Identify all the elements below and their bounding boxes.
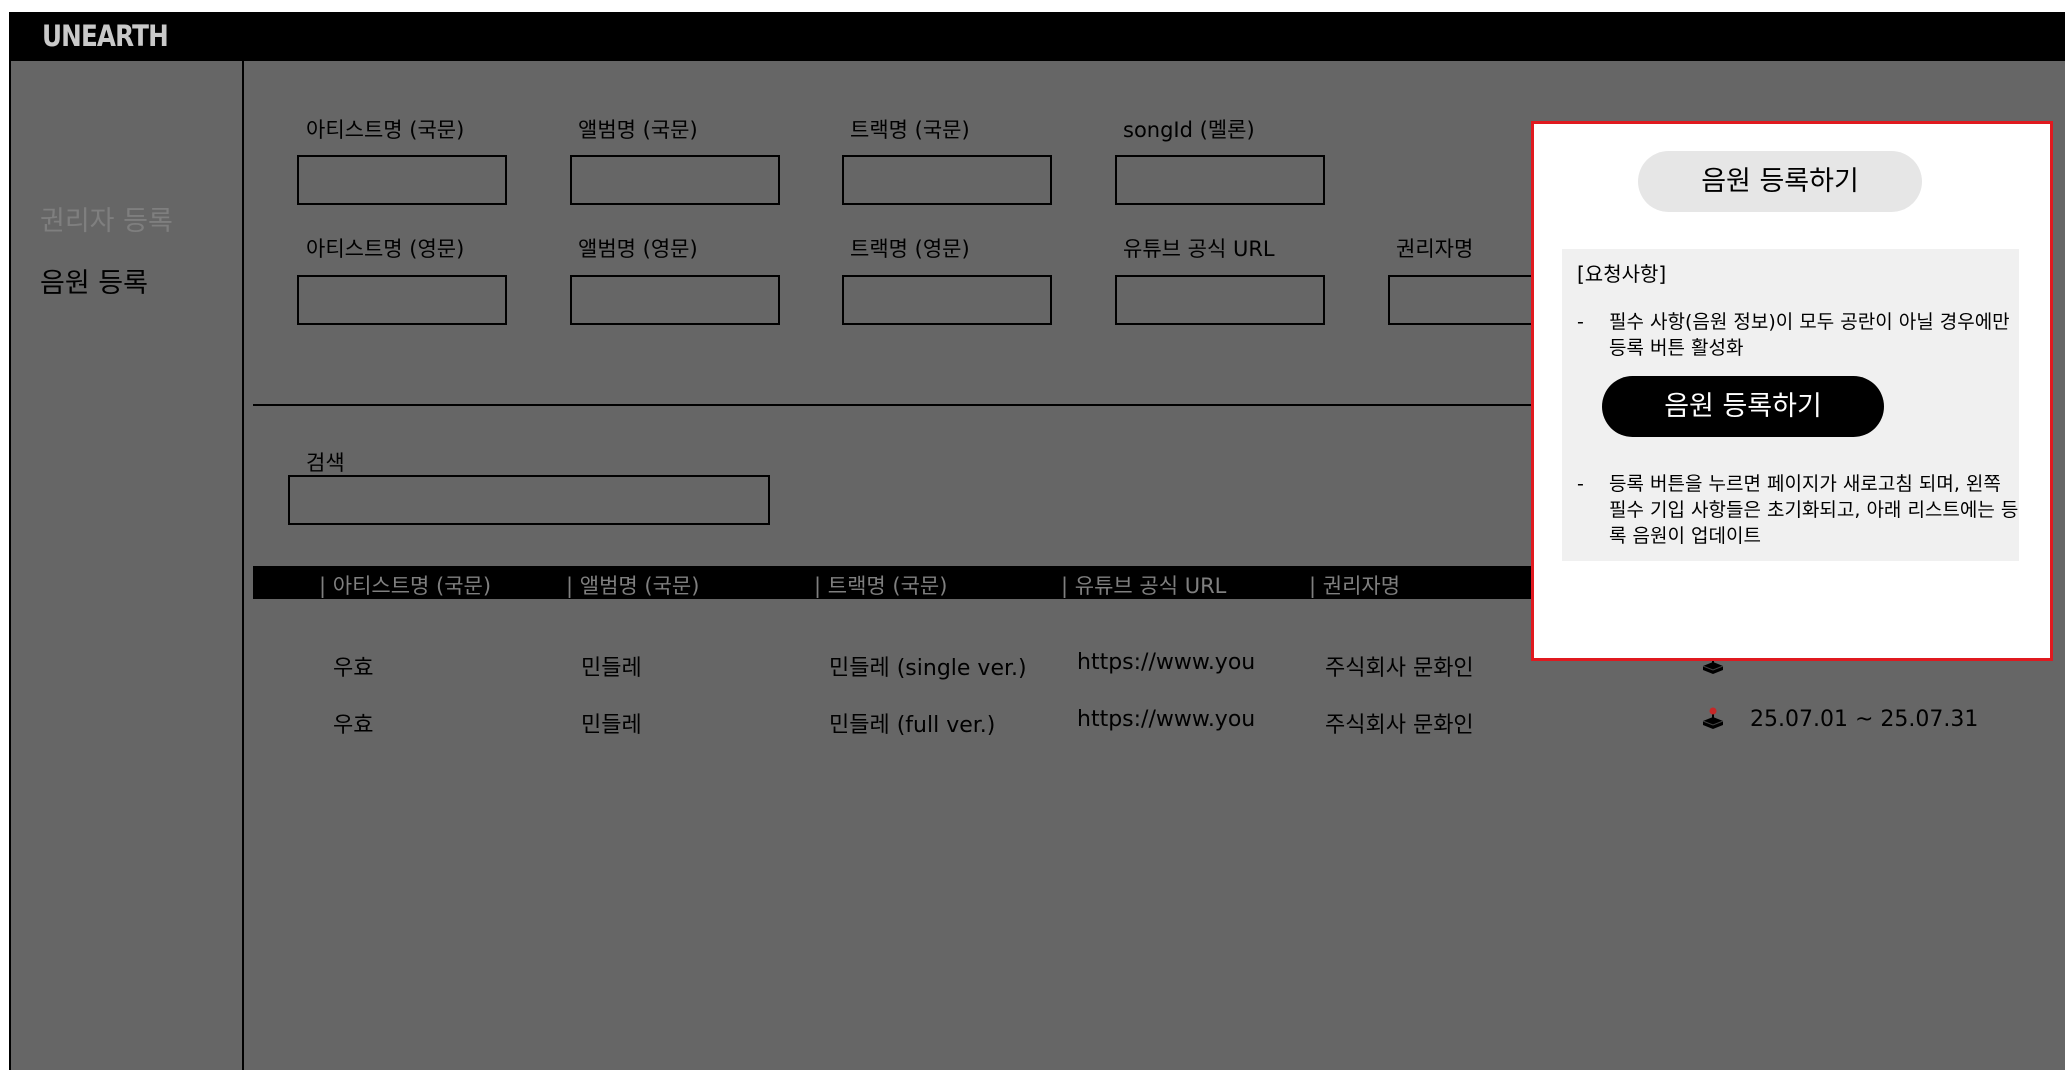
cell-url[interactable]: https://www.you <box>1077 650 1255 675</box>
requirements-title: [요청사항] <box>1577 262 1667 286</box>
artist-en-label: 아티스트명 (영문) <box>306 237 465 261</box>
cell-url[interactable]: https://www.you <box>1077 707 1255 732</box>
cell-album: 민들레 <box>581 656 642 681</box>
request-note-panel: 음원 등록하기 [요청사항] - 필수 사항(음원 정보)이 모두 공란이 아닐… <box>1531 121 2053 661</box>
requirement-text: 등록 버튼을 누르면 페이지가 새로고침 되며, 왼쪽 필수 기입 사항들은 초… <box>1609 473 2019 547</box>
cell-track: 민들레 (single ver.) <box>829 656 1027 681</box>
register-music-button[interactable]: 음원 등록하기 <box>1638 151 1922 212</box>
cell-track: 민들레 (full ver.) <box>829 713 996 738</box>
top-bar: UNEARTH <box>11 12 2065 61</box>
track-kr-label: 트랙명 (국문) <box>850 118 970 142</box>
album-kr-input[interactable] <box>570 155 780 205</box>
cell-owner: 주식회사 문화인 <box>1325 713 1474 738</box>
th-artist-kr: | 아티스트명 (국문) <box>319 574 492 598</box>
album-en-input[interactable] <box>570 275 780 325</box>
artist-kr-input[interactable] <box>297 155 507 205</box>
songid-label: songId (멜론) <box>1123 118 1255 142</box>
youtube-url-label: 유튜브 공식 URL <box>1123 237 1275 261</box>
cell-artist: 우효 <box>333 656 374 681</box>
app-logo: UNEARTH <box>42 19 169 53</box>
bullet-dash: - <box>1577 311 1584 333</box>
rights-holder-label: 권리자명 <box>1396 237 1474 261</box>
sidebar-item-music-registration[interactable]: 음원 등록 <box>40 261 148 300</box>
sidebar: 권리자 등록 음원 등록 <box>11 61 244 1070</box>
youtube-url-input[interactable] <box>1115 275 1325 325</box>
album-en-label: 앨범명 (영문) <box>578 237 698 261</box>
th-youtube-url: | 유튜브 공식 URL <box>1061 574 1227 598</box>
songid-input[interactable] <box>1115 155 1325 205</box>
th-track-kr: | 트랙명 (국문) <box>814 574 948 598</box>
album-kr-label: 앨범명 (국문) <box>578 118 698 142</box>
cell-period: 25.07.01 ~ 25.07.31 <box>1750 707 1979 732</box>
table-header: | 아티스트명 (국문) | 앨범명 (국문) | 트랙명 (국문) | 유튜브… <box>253 566 1553 599</box>
th-rights-holder: | 권리자명 <box>1309 574 1401 598</box>
sidebar-item-rights-holder[interactable]: 권리자 등록 <box>40 199 173 238</box>
search-input[interactable] <box>288 475 770 525</box>
track-kr-input[interactable] <box>842 155 1052 205</box>
cell-album: 민들레 <box>581 713 642 738</box>
track-en-input[interactable] <box>842 275 1052 325</box>
cell-owner: 주식회사 문화인 <box>1325 656 1474 681</box>
register-music-button-active[interactable]: 음원 등록하기 <box>1602 376 1884 437</box>
requirement-text: 필수 사항(음원 정보)이 모두 공란이 아닐 경우에만 등록 버튼 활성화 <box>1609 311 2010 359</box>
artist-kr-label: 아티스트명 (국문) <box>306 118 465 142</box>
section-divider <box>253 404 1553 406</box>
th-album-kr: | 앨범명 (국문) <box>566 574 700 598</box>
search-label: 검색 <box>306 451 345 475</box>
bullet-dash: - <box>1577 473 1584 495</box>
artist-en-input[interactable] <box>297 275 507 325</box>
cell-artist: 우효 <box>333 713 374 738</box>
requirements-box: [요청사항] - 필수 사항(음원 정보)이 모두 공란이 아닐 경우에만 등록… <box>1562 249 2019 561</box>
joystick-icon[interactable] <box>1701 707 1725 731</box>
track-en-label: 트랙명 (영문) <box>850 237 970 261</box>
